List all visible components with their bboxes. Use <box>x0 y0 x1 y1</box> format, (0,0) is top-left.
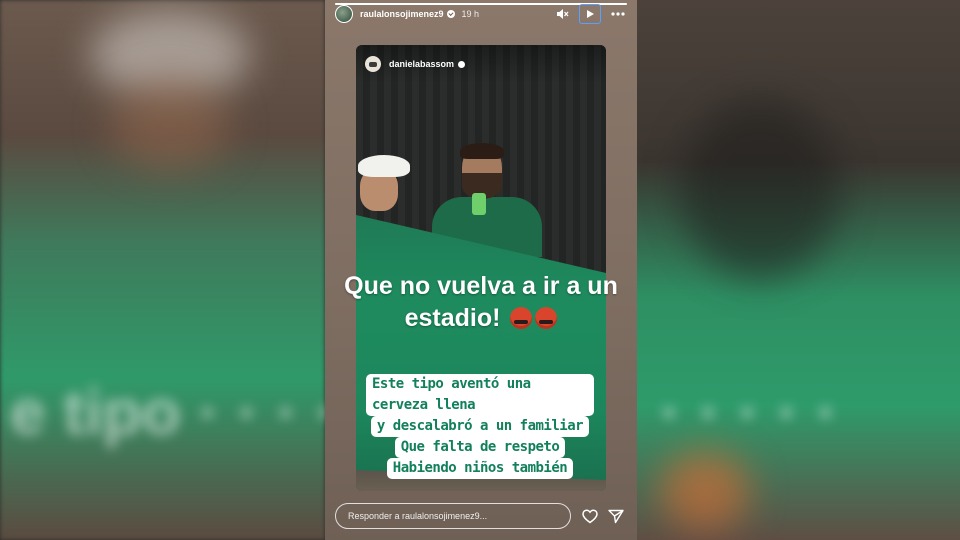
verified-badge-icon <box>446 10 455 18</box>
story-viewer[interactable]: raulalonsojimenez9 19 h danielabassom Qu… <box>325 0 637 540</box>
story-username[interactable]: raulalonsojimenez9 <box>360 9 444 19</box>
cap-fan-figure <box>356 155 411 225</box>
story-header: raulalonsojimenez9 19 h <box>335 4 627 24</box>
caption-block: Este tipo aventó una cerveza llena y des… <box>366 374 594 479</box>
overlay-headline-line1: Que no vuelva a ir a un <box>344 272 618 300</box>
caption-line: Este tipo aventó una cerveza llena <box>366 374 594 416</box>
send-icon[interactable] <box>607 507 625 525</box>
reply-input[interactable]: Responder a raulalonsojimenez9... <box>335 503 571 529</box>
repost-avatar[interactable] <box>365 56 381 72</box>
heart-icon[interactable] <box>581 507 599 525</box>
speaker-muted-icon[interactable] <box>553 5 571 23</box>
background-text-blur: · · · · · <box>660 376 838 448</box>
verified-badge-icon <box>458 60 466 68</box>
story-timestamp: 19 h <box>461 9 480 19</box>
caption-line: y descalabró a un familiar <box>370 416 590 437</box>
background-text-blur: e tipo · · · · <box>10 376 338 448</box>
repost-header: danielabassom <box>356 45 606 83</box>
play-button[interactable] <box>579 4 601 24</box>
angry-swearing-face-emoji <box>535 307 558 329</box>
background-emoji-blur <box>660 450 750 530</box>
more-dots-icon[interactable] <box>609 5 627 23</box>
background-person-blur <box>680 100 840 280</box>
bearded-fan-figure <box>432 143 542 257</box>
caption-line: Habiendo niños también <box>386 458 574 479</box>
overlay-headline-line2: estadio! <box>404 304 501 332</box>
angry-swearing-face-emoji <box>510 307 533 329</box>
background-face-blur <box>110 80 230 170</box>
reply-placeholder: Responder a raulalonsojimenez9... <box>348 511 488 521</box>
avatar[interactable] <box>335 5 353 23</box>
caption-line: Que falta de respeto <box>394 437 566 458</box>
play-icon <box>587 10 594 18</box>
repost-username[interactable]: danielabassom <box>389 59 454 69</box>
overlay-headline-line2-wrap: estadio! <box>325 302 637 334</box>
